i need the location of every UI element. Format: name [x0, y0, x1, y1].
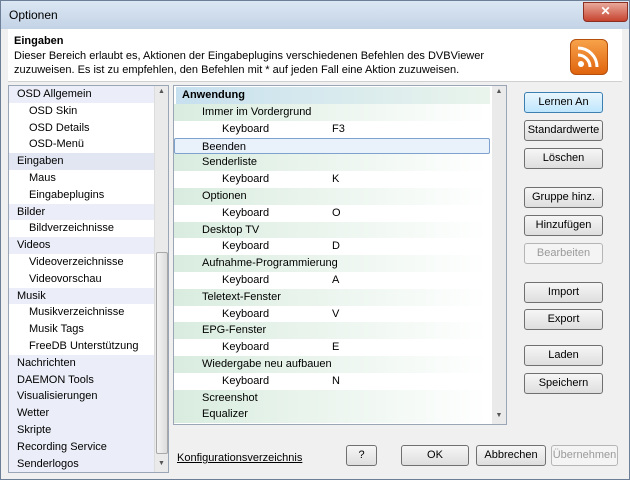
shortcut-row[interactable]: Keyboard D	[174, 238, 490, 255]
bearbeiten-button[interactable]: Bearbeiten	[524, 243, 603, 264]
command-row[interactable]: Screenshot	[174, 389, 490, 407]
command-row[interactable]: EPG-Fenster	[174, 322, 490, 340]
section-header: Eingaben Dieser Bereich erlaubt es, Akti…	[8, 29, 622, 82]
command-row[interactable]: Aufnahme-Programmierung	[174, 255, 490, 272]
category-scroll-thumb[interactable]	[156, 252, 168, 454]
shortcut-row[interactable]: Keyboard N	[174, 373, 490, 390]
nav-item[interactable]: Musik	[9, 287, 168, 305]
shortcut-row[interactable]: Keyboard A	[174, 272, 490, 289]
speichern-button[interactable]: Speichern	[524, 373, 603, 394]
shortcut-row[interactable]: Keyboard E	[174, 339, 490, 356]
laden-button[interactable]: Laden	[524, 345, 603, 366]
shortcut-device: Keyboard	[222, 122, 270, 135]
nav-item[interactable]: OSD Details	[9, 119, 168, 137]
command-row[interactable]: Senderliste	[174, 154, 490, 172]
scroll-up-icon[interactable]: ▲	[155, 88, 168, 95]
window-title: Optionen	[9, 8, 58, 22]
hinzufuegen-button[interactable]: Hinzufügen	[524, 215, 603, 236]
shortcut-key: K	[332, 173, 340, 186]
group-header[interactable]: Anwendung	[176, 87, 490, 104]
nav-item[interactable]: Wetter	[9, 405, 168, 422]
shortcut-key: F3	[332, 122, 345, 135]
nav-item[interactable]: Bildverzeichnisse	[9, 220, 168, 238]
nav-item[interactable]: Musik Tags	[9, 321, 168, 338]
command-row[interactable]: Beenden	[174, 137, 490, 155]
nav-item[interactable]: Visualisierungen	[9, 388, 168, 406]
close-icon: ✕	[600, 4, 611, 18]
title-bar: Optionen ✕	[1, 1, 629, 29]
lernen-an-button[interactable]: Lernen An	[524, 92, 603, 113]
nav-item[interactable]: Nachrichten	[9, 354, 168, 372]
nav-item[interactable]: OSD Allgemein	[9, 86, 168, 103]
section-title: Eingaben	[14, 35, 64, 47]
shortcut-device: Keyboard	[222, 307, 270, 320]
shortcut-key: E	[332, 341, 340, 354]
nav-item[interactable]: Maus	[9, 169, 168, 187]
shortcut-row[interactable]: Keyboard O	[174, 205, 490, 222]
shortcut-device: Keyboard	[222, 206, 270, 219]
nav-item[interactable]: DAEMON Tools	[9, 371, 168, 389]
section-description: Dieser Bereich erlaubt es, Aktionen der …	[14, 50, 485, 76]
gruppe-hinzufuegen-button[interactable]: Gruppe hinz.	[524, 187, 603, 208]
command-row[interactable]: Teletext-Fenster	[174, 288, 490, 306]
scroll-down-icon[interactable]: ▼	[155, 460, 168, 467]
command-list: Anwendung Immer im Vordergrund Keyboard F3…	[173, 85, 507, 425]
shortcut-device: Keyboard	[222, 240, 270, 253]
help-button[interactable]: ?	[346, 445, 377, 466]
shortcut-key: V	[332, 307, 340, 320]
import-button[interactable]: Import	[524, 282, 603, 303]
shortcut-key: O	[332, 206, 341, 219]
nav-item[interactable]: Musikverzeichnisse	[9, 304, 168, 322]
nav-item[interactable]: Videos	[9, 237, 168, 254]
shortcut-device: Keyboard	[222, 341, 270, 354]
loeschen-button[interactable]: Löschen	[524, 148, 603, 169]
shortcut-device: Keyboard	[222, 374, 270, 387]
abbrechen-button[interactable]: Abbrechen	[476, 445, 546, 466]
command-row[interactable]: Wiedergabe neu aufbauen	[174, 356, 490, 373]
shortcut-device: Keyboard	[222, 173, 270, 186]
nav-item[interactable]: Videovorschau	[9, 270, 168, 288]
ok-button[interactable]: OK	[401, 445, 469, 466]
shortcut-key: N	[332, 374, 340, 387]
shortcut-key: A	[332, 274, 340, 286]
nav-item[interactable]: Videoverzeichnisse	[9, 253, 168, 271]
standardwerte-button[interactable]: Standardwerte	[524, 120, 603, 141]
command-scrollbar[interactable]: ▲ ▼	[492, 86, 506, 424]
shortcut-row[interactable]: Keyboard V	[174, 306, 490, 323]
nav-item[interactable]: Bilder	[9, 203, 168, 221]
rss-icon	[570, 39, 608, 75]
config-directory-link[interactable]: Konfigurationsverzeichnis	[177, 452, 302, 464]
shortcut-key: D	[332, 240, 340, 253]
command-row[interactable]: Optionen	[174, 188, 490, 205]
close-button[interactable]: ✕	[583, 2, 628, 22]
shortcut-row[interactable]: Keyboard F3	[174, 121, 490, 138]
nav-item[interactable]: Eingabeplugins	[9, 186, 168, 204]
scroll-up-icon[interactable]: ▲	[492, 88, 506, 95]
shortcut-row[interactable]: Keyboard K	[174, 171, 490, 188]
category-tree: OSD Allgemein OSD Skin OSD Details OSD-Menü…	[8, 85, 169, 473]
nav-item[interactable]: OSD Skin	[9, 102, 168, 120]
command-row[interactable]: Desktop TV	[174, 221, 490, 239]
category-scrollbar[interactable]: ▲ ▼	[154, 86, 168, 472]
nav-item[interactable]: Senderlogos	[9, 455, 168, 472]
nav-item[interactable]: FreeDB Unterstützung	[9, 337, 168, 355]
options-window: Optionen ✕ Eingaben Dieser Bereich erlau…	[0, 0, 630, 480]
nav-item[interactable]: Eingaben	[9, 153, 168, 170]
export-button[interactable]: Export	[524, 309, 603, 330]
uebernehmen-button[interactable]: Übernehmen	[551, 445, 618, 466]
nav-item[interactable]: Skripte	[9, 421, 168, 439]
shortcut-device: Keyboard	[222, 274, 270, 286]
scroll-down-icon[interactable]: ▼	[492, 412, 506, 419]
command-row[interactable]: Equalizer	[174, 406, 490, 424]
nav-item[interactable]: Recording Service	[9, 438, 168, 456]
nav-item[interactable]: OSD-Menü	[9, 136, 168, 154]
command-row[interactable]: Immer im Vordergrund	[174, 104, 490, 121]
